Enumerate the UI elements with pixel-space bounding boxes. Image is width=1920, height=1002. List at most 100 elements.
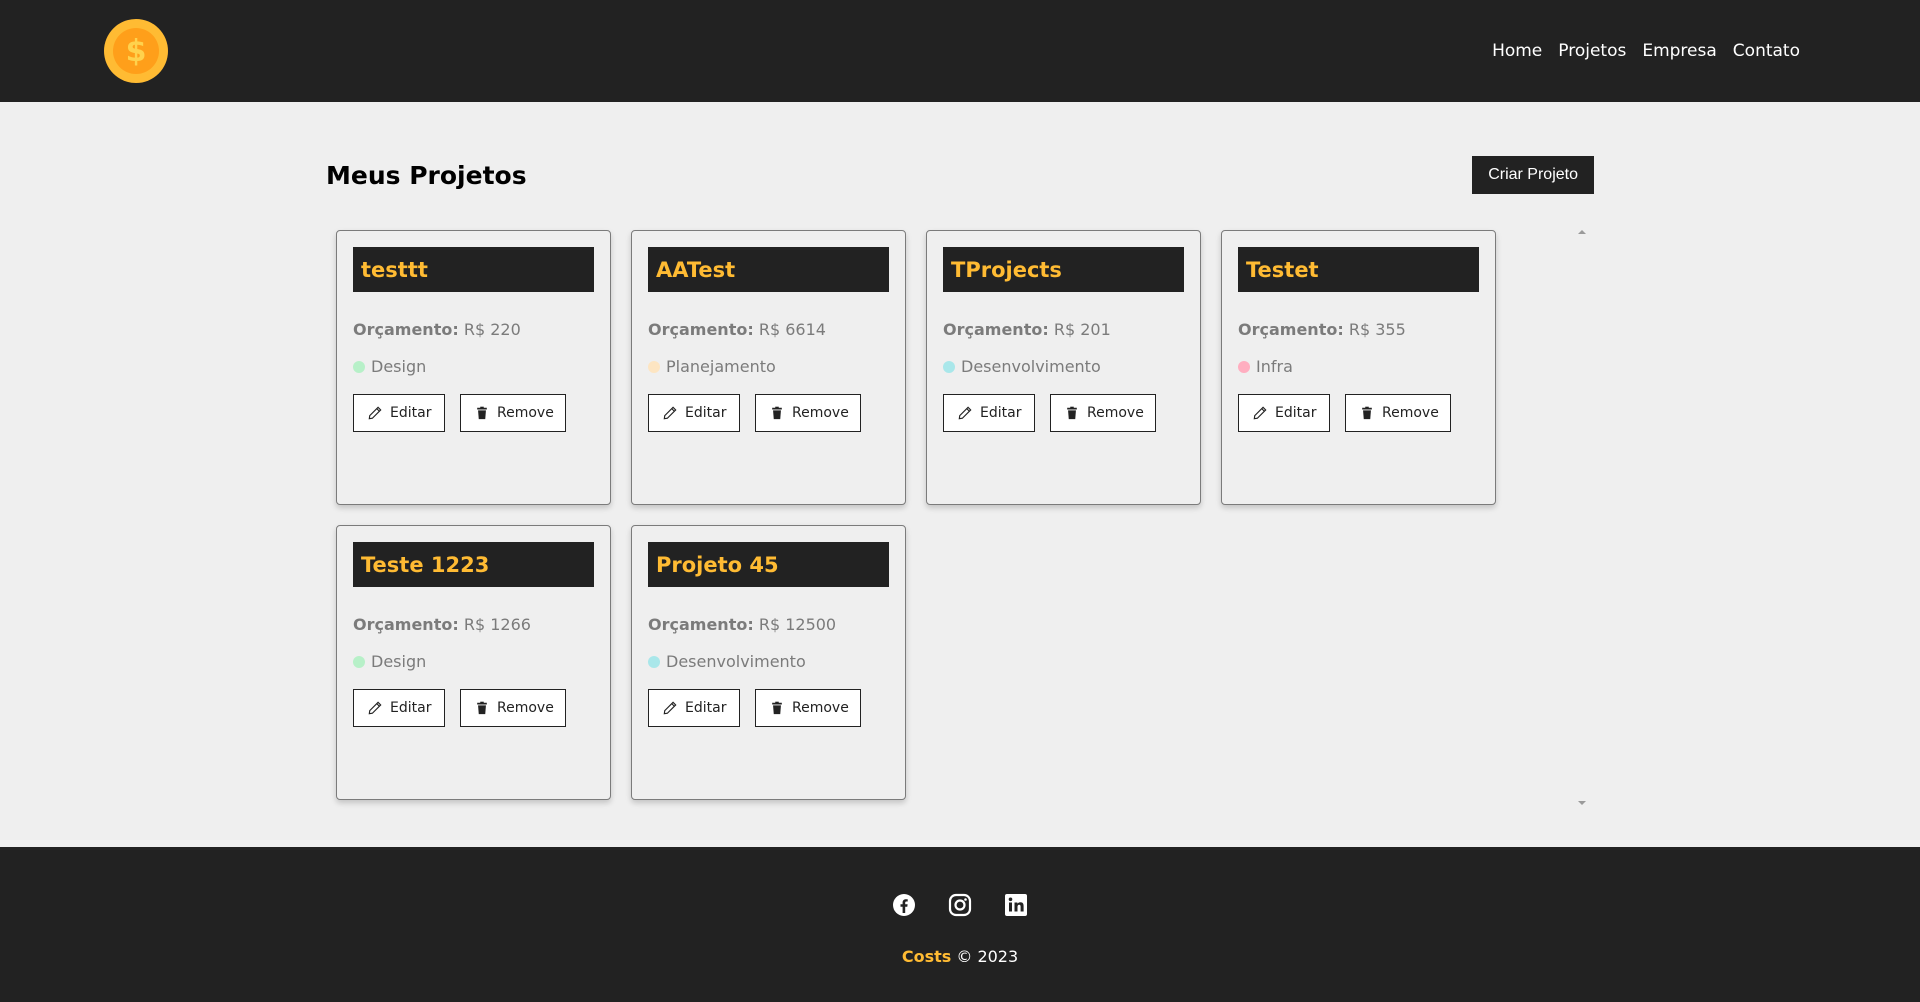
pencil-icon	[368, 701, 382, 715]
project-category: Desenvolvimento	[648, 652, 889, 671]
card-actions: Editar Remove	[648, 394, 889, 432]
edit-label: Editar	[390, 405, 432, 421]
category-dot-icon	[353, 655, 365, 668]
budget-label: Orçamento:	[353, 615, 459, 634]
nav-link-home[interactable]: Home	[1492, 41, 1542, 61]
nav-link-projetos[interactable]: Projetos	[1558, 41, 1626, 61]
remove-button[interactable]: Remove	[460, 394, 566, 432]
edit-button[interactable]: Editar	[1238, 394, 1330, 432]
project-title: testtt	[353, 247, 594, 292]
footer: Costs © 2023	[0, 847, 1920, 1002]
remove-button[interactable]: Remove	[1050, 394, 1156, 432]
logo-symbol: $	[113, 28, 159, 74]
card-actions: Editar Remove	[353, 394, 594, 432]
nav-link-empresa[interactable]: Empresa	[1642, 41, 1716, 61]
edit-label: Editar	[390, 700, 432, 716]
projects-scroll-area[interactable]: testtt Orçamento: R$ 220 Design Editar R…	[326, 230, 1594, 805]
category-label: Planejamento	[666, 357, 776, 376]
instagram-icon[interactable]	[948, 893, 972, 917]
linkedin-icon[interactable]	[1004, 893, 1028, 917]
budget-label: Orçamento:	[648, 615, 754, 634]
category-dot-icon	[943, 360, 955, 373]
pencil-icon	[663, 406, 677, 420]
project-card: AATest Orçamento: R$ 6614 Planejamento E…	[631, 230, 906, 505]
remove-button[interactable]: Remove	[460, 689, 566, 727]
category-label: Design	[371, 357, 427, 376]
pencil-icon	[368, 406, 382, 420]
scroll-down-arrow-icon[interactable]	[1578, 801, 1586, 805]
category-label: Desenvolvimento	[666, 652, 806, 671]
category-dot-icon	[1238, 360, 1250, 373]
budget-label: Orçamento:	[648, 320, 754, 339]
budget-label: Orçamento:	[353, 320, 459, 339]
create-project-button[interactable]: Criar Projeto	[1472, 156, 1594, 194]
page-title: Meus Projetos	[326, 160, 527, 190]
project-card: testtt Orçamento: R$ 220 Design Editar R…	[336, 230, 611, 505]
category-dot-icon	[648, 360, 660, 373]
navbar: $ Home Projetos Empresa Contato	[0, 0, 1920, 102]
project-title: Projeto 45	[648, 542, 889, 587]
project-budget: Orçamento: R$ 201	[943, 320, 1184, 339]
project-title: AATest	[648, 247, 889, 292]
scroll-up-arrow-icon[interactable]	[1578, 230, 1586, 234]
category-dot-icon	[648, 655, 660, 668]
project-budget: Orçamento: R$ 1266	[353, 615, 594, 634]
edit-label: Editar	[685, 700, 727, 716]
budget-value: R$ 12500	[758, 615, 837, 634]
coin-dollar-icon[interactable]: $	[104, 19, 168, 83]
category-label: Infra	[1256, 357, 1293, 376]
project-budget: Orçamento: R$ 12500	[648, 615, 889, 634]
card-actions: Editar Remove	[943, 394, 1184, 432]
project-category: Infra	[1238, 357, 1479, 376]
project-title: Testet	[1238, 247, 1479, 292]
edit-label: Editar	[1275, 405, 1317, 421]
pencil-icon	[663, 701, 677, 715]
project-title: TProjects	[943, 247, 1184, 292]
remove-label: Remove	[497, 700, 554, 716]
remove-button[interactable]: Remove	[755, 689, 861, 727]
project-card: Teste 1223 Orçamento: R$ 1266 Design Edi…	[336, 525, 611, 800]
budget-value: R$ 201	[1053, 320, 1111, 339]
project-category: Design	[353, 652, 594, 671]
edit-button[interactable]: Editar	[353, 689, 445, 727]
project-card: TProjects Orçamento: R$ 201 Desenvolvime…	[926, 230, 1201, 505]
remove-label: Remove	[1087, 405, 1144, 421]
remove-label: Remove	[1382, 405, 1439, 421]
project-category: Desenvolvimento	[943, 357, 1184, 376]
remove-label: Remove	[497, 405, 554, 421]
project-category: Design	[353, 357, 594, 376]
facebook-icon[interactable]	[892, 893, 916, 917]
project-budget: Orçamento: R$ 220	[353, 320, 594, 339]
nav-links: Home Projetos Empresa Contato	[1492, 41, 1800, 61]
copyright-text: Costs © 2023	[902, 947, 1018, 966]
main-content: Meus Projetos Criar Projeto testtt Orçam…	[0, 102, 1920, 847]
budget-label: Orçamento:	[943, 320, 1049, 339]
budget-value: R$ 6614	[758, 320, 826, 339]
project-card: Testet Orçamento: R$ 355 Infra Editar Re…	[1221, 230, 1496, 505]
budget-value: R$ 1266	[463, 615, 531, 634]
trash-icon	[475, 406, 489, 420]
project-card: Projeto 45 Orçamento: R$ 12500 Desenvolv…	[631, 525, 906, 800]
project-title: Teste 1223	[353, 542, 594, 587]
project-cards: testtt Orçamento: R$ 220 Design Editar R…	[326, 230, 1594, 800]
footer-copyright: © 2023	[956, 947, 1019, 966]
remove-button[interactable]: Remove	[1345, 394, 1451, 432]
pencil-icon	[958, 406, 972, 420]
card-actions: Editar Remove	[648, 689, 889, 727]
edit-button[interactable]: Editar	[648, 394, 740, 432]
edit-button[interactable]: Editar	[943, 394, 1035, 432]
edit-label: Editar	[980, 405, 1022, 421]
remove-button[interactable]: Remove	[755, 394, 861, 432]
nav-link-contato[interactable]: Contato	[1733, 41, 1800, 61]
edit-button[interactable]: Editar	[648, 689, 740, 727]
trash-icon	[770, 406, 784, 420]
edit-label: Editar	[685, 405, 727, 421]
trash-icon	[475, 701, 489, 715]
edit-button[interactable]: Editar	[353, 394, 445, 432]
project-budget: Orçamento: R$ 6614	[648, 320, 889, 339]
budget-value: R$ 220	[463, 320, 521, 339]
remove-label: Remove	[792, 405, 849, 421]
remove-label: Remove	[792, 700, 849, 716]
category-label: Desenvolvimento	[961, 357, 1101, 376]
trash-icon	[1065, 406, 1079, 420]
